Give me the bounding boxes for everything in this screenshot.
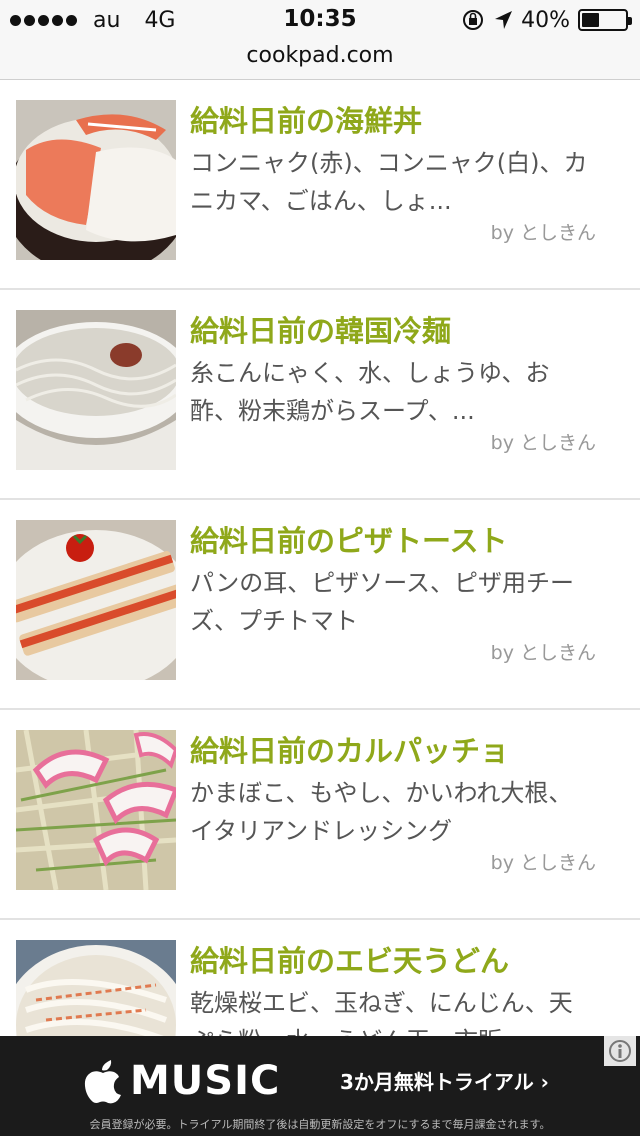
recipe-item[interactable]: 給料日前の韓国冷麺 糸こんにゃく、水、しょうゆ、お酢、粉末鶏がらスープ、... … [0,290,640,500]
ad-logo[interactable]: MUSIC [84,1056,280,1106]
recipe-ingredients: パンの耳、ピザソース、ピザ用チーズ、プチトマト [190,569,574,635]
recipe-author[interactable]: by としきん [491,428,596,455]
status-right: 40% [461,7,632,33]
battery-percent: 40% [521,7,570,33]
recipe-thumbnail[interactable] [16,520,176,680]
location-arrow-icon [495,11,513,29]
recipe-title[interactable]: 給料日前のピザトースト [190,518,630,560]
recipe-thumbnail[interactable] [16,730,176,890]
url-bar[interactable]: cookpad.com [0,40,640,80]
rotation-lock-icon [463,10,484,30]
apple-music-ad-banner[interactable]: MUSIC 3か月無料トライアル › 会員登録が必要。トライアル期間終了後は自動… [0,1036,640,1136]
recipe-title[interactable]: 給料日前の韓国冷麺 [190,308,630,350]
battery-fill [582,13,599,27]
recipe-thumbnail[interactable] [16,310,176,470]
recipe-ingredients: コンニャク(赤)、コンニャク(白)、カニカマ、ごはん、しょ... [190,149,588,215]
recipe-ingredients: 糸こんにゃく、水、しょうゆ、お酢、粉末鶏がらスープ、... [190,359,550,425]
recipe-item[interactable]: 給料日前のカルパッチョ かまぼこ、もやし、かいわれ大根、イタリアンドレッシング … [0,710,640,920]
recipe-author[interactable]: by としきん [491,218,596,245]
apple-logo-icon [84,1060,121,1104]
status-bar: au 4G 10:35 40% [0,0,640,40]
url-domain[interactable]: cookpad.com [246,43,393,68]
recipe-thumbnail[interactable] [16,100,176,260]
recipe-author[interactable]: by としきん [491,638,596,665]
ad-cta-link[interactable]: 3か月無料トライアル › [340,1066,549,1095]
recipe-title[interactable]: 給料日前の海鮮丼 [190,98,630,140]
recipe-thumbnail[interactable] [16,940,176,1036]
recipe-title[interactable]: 給料日前のエビ天うどん [190,938,630,980]
ad-fine-print: 会員登録が必要。トライアル期間終了後は自動更新設定をオフにするまで毎月課金されま… [89,1118,551,1131]
battery-icon [578,9,632,31]
recipe-list: 給料日前の海鮮丼 コンニャク(赤)、コンニャク(白)、カニカマ、ごはん、しょ..… [0,80,640,1036]
recipe-item[interactable]: 給料日前のエビ天うどん 乾燥桜エビ、玉ねぎ、にんじん、天ぷら粉、水、うどん玉、市… [0,920,640,1036]
recipe-item[interactable]: 給料日前の海鮮丼 コンニャク(赤)、コンニャク(白)、カニカマ、ごはん、しょ..… [0,80,640,290]
recipe-item[interactable]: 給料日前のピザトースト パンの耳、ピザソース、ピザ用チーズ、プチトマト by と… [0,500,640,710]
recipe-ingredients: かまぼこ、もやし、かいわれ大根、イタリアンドレッシング [190,779,573,845]
recipe-ingredients: 乾燥桜エビ、玉ねぎ、にんじん、天ぷら粉、水、うどん玉、市販 [190,989,573,1036]
recipe-title[interactable]: 給料日前のカルパッチョ [190,728,630,770]
recipe-author[interactable]: by としきん [491,848,596,875]
info-icon[interactable] [604,1036,636,1066]
ad-brand-text[interactable]: MUSIC [130,1058,280,1104]
